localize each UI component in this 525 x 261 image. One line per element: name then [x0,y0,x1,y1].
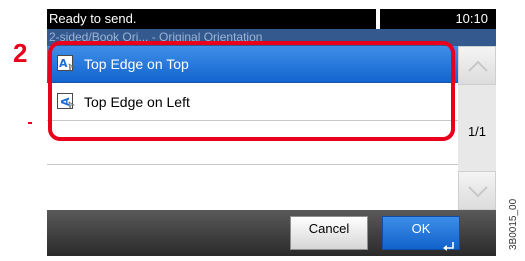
status-time: 10:10 [455,11,488,26]
cancel-button[interactable]: Cancel [290,216,368,250]
chevron-down-icon [468,186,488,198]
empty-list-row [47,165,458,206]
option-top-edge-on-left[interactable]: A Top Edge on Left [47,84,458,121]
option-top-edge-on-top[interactable]: A Top Edge on Top [47,46,458,83]
status-bar: Ready to send. 10:10 [47,9,496,29]
bottom-action-bar: Cancel OK [47,210,496,256]
svg-text:A: A [59,57,68,70]
top-edge-on-top-icon: A [57,55,76,72]
ok-label: OK [411,221,431,236]
touch-panel-screen: Ready to send. 10:10 2-sided/Book Ori...… [47,9,496,256]
scroll-up-button[interactable] [458,46,496,85]
status-message: Ready to send. [49,11,137,26]
scroll-column: 1/1 [458,46,496,210]
status-divider [376,9,380,29]
page-indicator: 1/1 [467,124,487,139]
pointer-mark [28,122,32,124]
cancel-label: Cancel [308,221,350,236]
breadcrumb: 2-sided/Book Ori... - Original Orientati… [47,29,496,46]
empty-list-row [47,124,458,165]
figure-code: 3B0015_00 [508,198,519,250]
ok-button[interactable]: OK [382,216,460,251]
top-edge-on-left-icon: A [57,93,76,110]
option-list: A Top Edge on Top A Top Edge on Left [47,46,458,210]
enter-icon [443,236,455,251]
scroll-down-button[interactable] [458,171,496,210]
option-label: Top Edge on Top [84,56,189,72]
chevron-up-icon [468,60,488,72]
step-number-callout: 2 [13,38,28,68]
option-label: Top Edge on Left [84,94,190,110]
